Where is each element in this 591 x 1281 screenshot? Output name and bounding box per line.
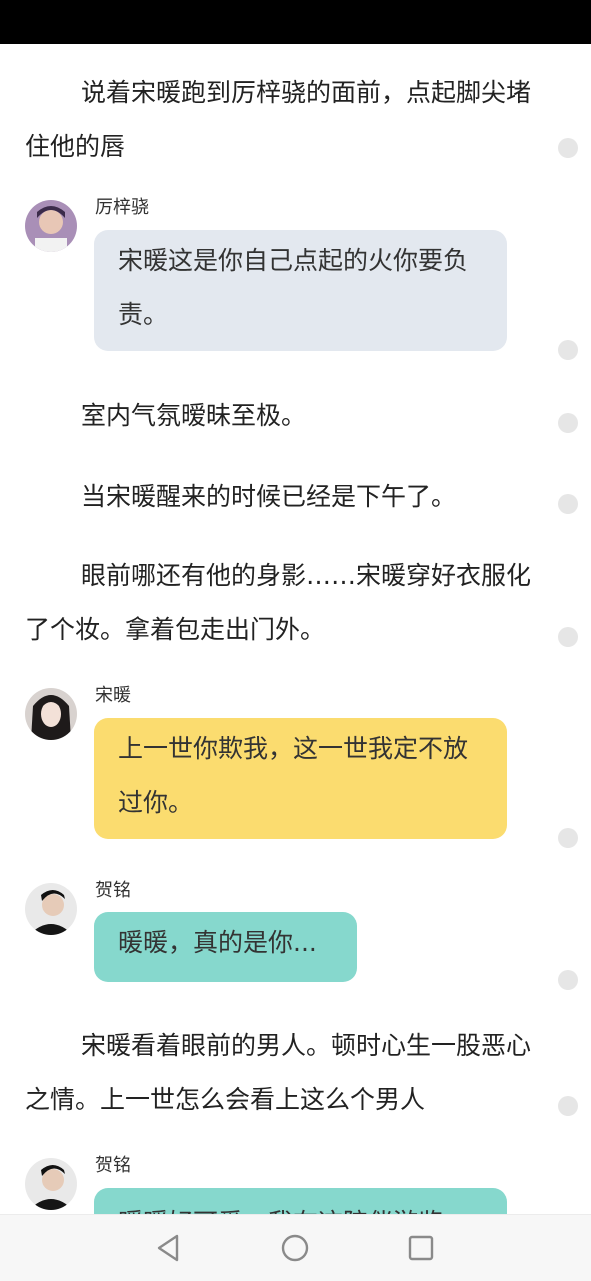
narration-paragraph: 室内气氛暧昧至极。 [81, 401, 307, 430]
narration-paragraph: 眼前哪还有他的身影……宋暖穿好衣服化了个妆。拿着包走出门外。 [25, 561, 532, 644]
home-circle-icon[interactable] [280, 1233, 310, 1263]
recents-square-icon[interactable] [406, 1233, 436, 1263]
narration-paragraph: 当宋暖醒来的时候已经是下午了。 [81, 482, 457, 511]
chat-bubble: 暖暖好可爱，我在这陪伴游览 [94, 1188, 507, 1214]
comment-dot[interactable] [558, 494, 578, 514]
back-triangle-icon[interactable] [153, 1233, 183, 1263]
speaker-name: 贺铭 [95, 880, 131, 901]
speaker-name: 贺铭 [95, 1155, 131, 1176]
comment-dot[interactable] [558, 1096, 578, 1116]
story-content[interactable]: 说着宋暖跑到厉梓骁的面前，点起脚尖堵住他的唇 厉梓骁 宋暖这是你自己点起的火你要… [0, 44, 591, 1214]
narration-paragraph: 说着宋暖跑到厉梓骁的面前，点起脚尖堵住他的唇 [25, 78, 532, 161]
comment-dot[interactable] [558, 413, 578, 433]
navigation-bar [0, 1214, 591, 1281]
avatar-song-nuan[interactable] [25, 688, 77, 740]
narration-paragraph: 宋暖看着眼前的男人。顿时心生一股恶心之情。上一世怎么会看上这么个男人 [25, 1031, 532, 1114]
speaker-name: 宋暖 [95, 685, 131, 706]
comment-dot[interactable] [558, 340, 578, 360]
status-bar [0, 0, 591, 44]
comment-dot[interactable] [558, 627, 578, 647]
chat-bubble: 暖暖，真的是你... [94, 912, 357, 982]
avatar-he-ming[interactable] [25, 883, 77, 935]
avatar-li-zixiao[interactable] [25, 200, 77, 252]
comment-dot[interactable] [558, 828, 578, 848]
chat-bubble: 宋暖这是你自己点起的火你要负责。 [94, 230, 507, 351]
chat-bubble: 上一世你欺我，这一世我定不放过你。 [94, 718, 507, 839]
speaker-name: 厉梓骁 [95, 197, 149, 218]
avatar-he-ming[interactable] [25, 1158, 77, 1210]
comment-dot[interactable] [558, 970, 578, 990]
comment-dot[interactable] [558, 138, 578, 158]
